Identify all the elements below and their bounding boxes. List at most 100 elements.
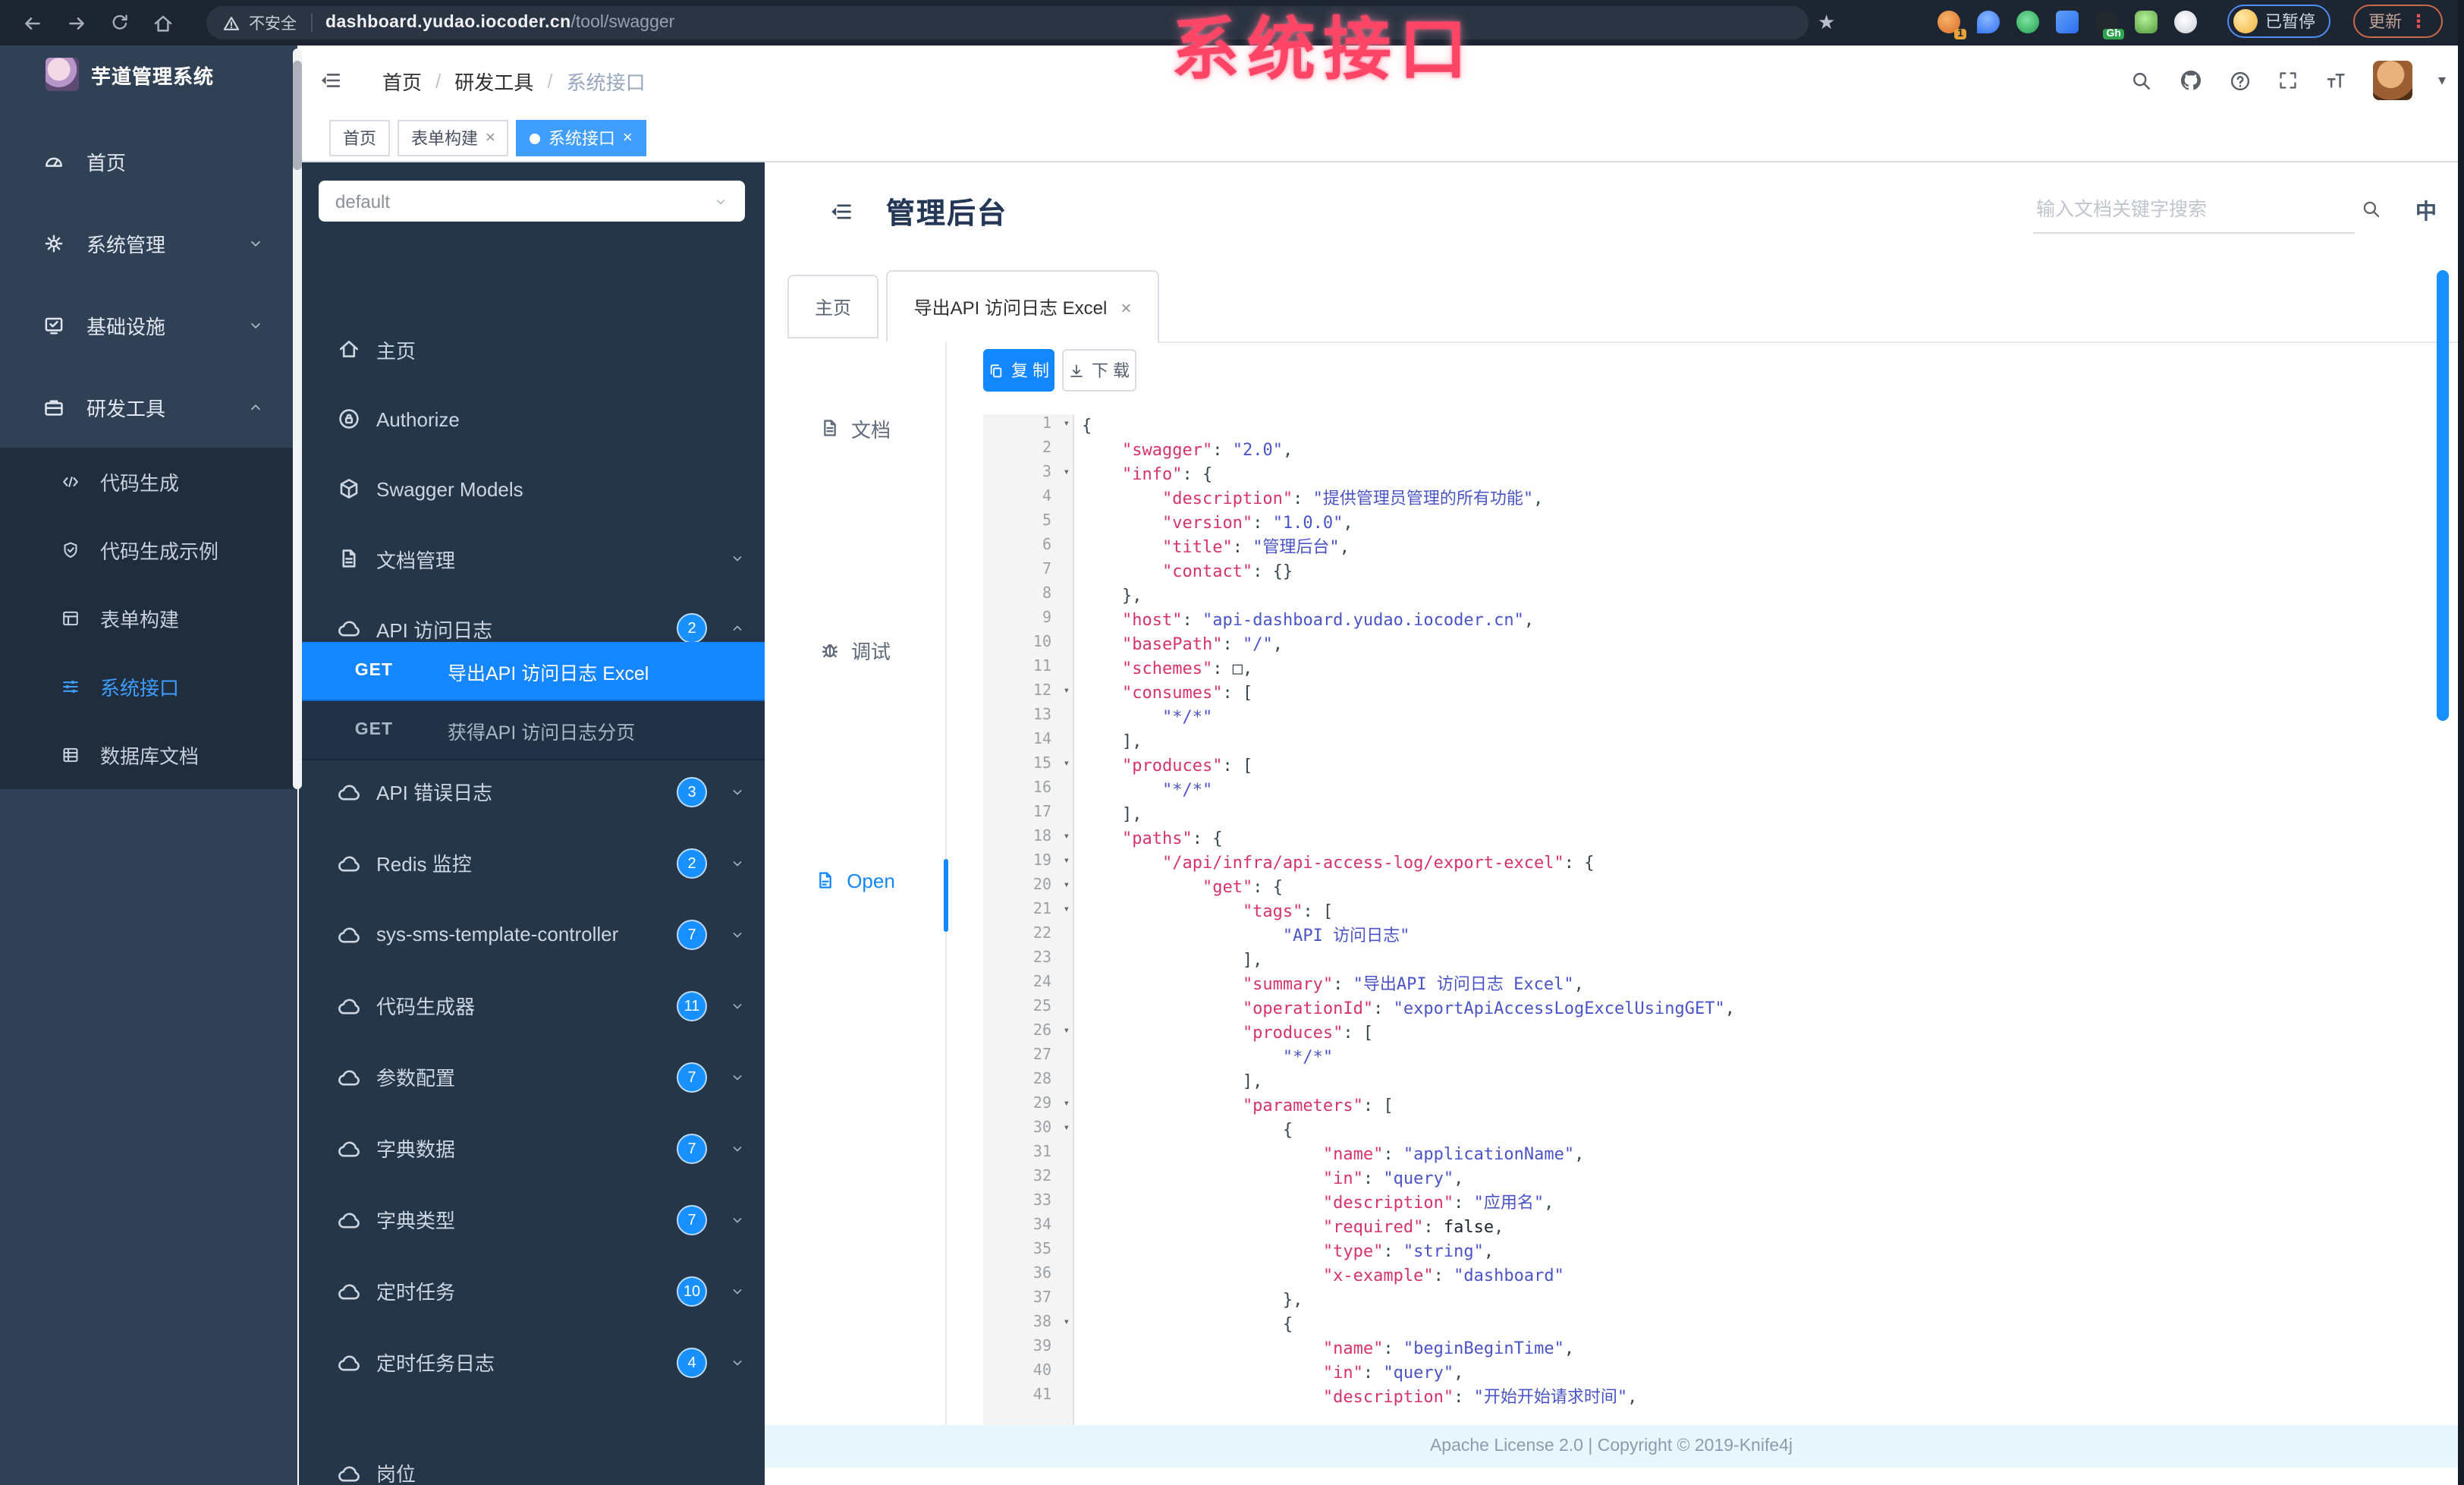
operation-item[interactable]: GET 获得API 访问日志分页 — [299, 701, 765, 760]
font-size-icon[interactable] — [2324, 69, 2347, 92]
download-button[interactable]: 下 载 — [1062, 349, 1136, 392]
sidebar-item-codegen-demo[interactable]: 代码生成示例 — [0, 516, 297, 584]
doc-search-input[interactable] — [2033, 197, 2355, 222]
close-icon[interactable]: × — [486, 129, 495, 147]
controller-item[interactable]: Redis 监控 2 — [299, 827, 765, 898]
line-number[interactable]: 26 ▾ — [983, 1021, 1073, 1046]
doc-tab[interactable]: 主页 — [787, 275, 878, 338]
collapse-sidebar-icon[interactable] — [319, 68, 343, 93]
controller-item[interactable]: 字典类型 7 — [299, 1184, 765, 1255]
help-icon[interactable] — [2229, 69, 2252, 92]
extension-icon[interactable] — [2016, 11, 2039, 33]
content-scrollbar-thumb[interactable] — [2437, 270, 2449, 721]
cloud-icon — [337, 1207, 361, 1232]
sidebar-item-form-builder[interactable]: 表单构建 — [0, 584, 297, 653]
update-label: 更新 — [2368, 14, 2402, 32]
swagger-menu-item[interactable]: 主页 — [299, 314, 765, 384]
close-icon[interactable]: × — [623, 129, 633, 147]
breadcrumb-item[interactable]: 研发工具 — [454, 66, 533, 95]
sidebar-item-db-doc[interactable]: 数据库文档 — [0, 721, 297, 789]
line-number[interactable]: 3 ▾ — [983, 463, 1073, 487]
controller-item[interactable]: 定时任务 10 — [299, 1255, 765, 1326]
scrollbar-thumb[interactable] — [293, 61, 302, 170]
paused-label: 已暂停 — [2265, 14, 2315, 32]
line-number[interactable]: 29 ▾ — [983, 1094, 1073, 1118]
update-pill[interactable]: 更新 ⋮ — [2353, 5, 2443, 38]
controller-item[interactable]: API 错误日志 3 — [299, 756, 765, 827]
chevron-down-icon — [730, 855, 745, 870]
code-line: "swagger": "2.0", — [1122, 440, 1293, 460]
line-number[interactable]: 12 ▾ — [983, 681, 1073, 706]
code-line: "type": "string", — [1322, 1241, 1494, 1261]
line-number: 4 — [1042, 489, 1051, 505]
extension-icon[interactable] — [2174, 11, 2197, 33]
swagger-menu-item[interactable]: Authorize — [299, 384, 765, 454]
back-icon[interactable] — [21, 11, 44, 34]
line-number[interactable]: 21 ▾ — [983, 900, 1073, 924]
sidebar-item-devtools[interactable]: 研发工具 — [0, 366, 297, 448]
code-line: "parameters": [ — [1242, 1096, 1394, 1115]
doc-tab-active[interactable]: 导出API 访问日志 Excel × — [886, 270, 1159, 343]
controller-item[interactable]: sys-sms-template-controller 7 — [299, 898, 765, 970]
doc-search-icon[interactable] — [2361, 199, 2382, 220]
github-icon[interactable] — [2179, 68, 2203, 93]
tab-debug[interactable]: 调试 — [765, 619, 945, 680]
close-icon[interactable]: × — [1120, 297, 1131, 318]
sidebar-item-infra[interactable]: 基础设施 — [0, 284, 297, 366]
api-group-select[interactable]: default — [319, 181, 745, 222]
sidebar-scrollbar[interactable] — [293, 49, 302, 789]
line-number[interactable]: 19 ▾ — [983, 851, 1073, 876]
browser-menu-icon[interactable]: ⋮ — [2409, 11, 2428, 32]
collapse-doc-menu-icon[interactable] — [828, 199, 854, 225]
fullscreen-icon[interactable] — [2277, 70, 2299, 91]
operation-item[interactable]: GET 导出API 访问日志 Excel — [299, 642, 765, 701]
user-avatar[interactable] — [2372, 61, 2412, 100]
line-number[interactable]: 1 ▾ — [983, 414, 1073, 439]
extension-icon[interactable]: 1 — [1938, 11, 1966, 39]
search-icon[interactable] — [2130, 69, 2153, 92]
sidebar-item-codegen[interactable]: 代码生成 — [0, 448, 297, 516]
profile-paused-pill[interactable]: 已暂停 — [2227, 5, 2330, 38]
controller-item[interactable]: 定时任务日志 4 — [299, 1326, 765, 1398]
extension-icon[interactable] — [2056, 11, 2079, 33]
extension-icon[interactable] — [1977, 11, 2000, 33]
bookmark-star-icon[interactable]: ★ — [1818, 11, 1835, 35]
line-number[interactable]: 18 ▾ — [983, 827, 1073, 851]
download-label: 下 载 — [1091, 363, 1130, 381]
controller-item[interactable]: 岗位 — [299, 1437, 765, 1485]
line-number[interactable]: 30 ▾ — [983, 1118, 1073, 1143]
sidebar-item-system[interactable]: 系统管理 — [0, 202, 297, 284]
code-line: "*/*" — [1282, 1047, 1334, 1067]
tag-item[interactable]: 表单构建 × — [398, 120, 509, 156]
reload-icon[interactable] — [109, 12, 130, 33]
insecure-label: 不安全 — [249, 14, 297, 33]
tab-open[interactable]: Open — [765, 850, 945, 911]
address-bar[interactable]: 不安全 dashboard.yudao.iocoder.cn /tool/swa… — [206, 6, 1809, 39]
line-number[interactable]: 38 ▾ — [983, 1313, 1073, 1337]
line-number[interactable]: 15 ▾ — [983, 754, 1073, 779]
controller-item[interactable]: 参数配置 7 — [299, 1041, 765, 1112]
caret-down-icon[interactable]: ▾ — [2438, 72, 2446, 89]
code-editor[interactable]: { "swagger": "2.0", "info": { "descripti… — [1082, 414, 2432, 1425]
swagger-menu-item[interactable]: 文档管理 — [299, 524, 765, 593]
app-logo[interactable]: 芋道管理系统 — [0, 46, 297, 103]
line-number: 36 — [1032, 1266, 1051, 1282]
extension-icon[interactable]: Gh — [2095, 11, 2124, 39]
controller-item[interactable]: 代码生成器 11 — [299, 970, 765, 1041]
copy-button[interactable]: 复 制 — [983, 349, 1054, 392]
home-browser-icon[interactable] — [152, 11, 174, 34]
sidebar-item-system-api[interactable]: 系统接口 — [0, 653, 297, 721]
extension-icon[interactable] — [2135, 11, 2158, 33]
sidebar-item-home[interactable]: 首页 — [0, 120, 297, 202]
swagger-menu-item[interactable]: Swagger Models — [299, 454, 765, 524]
controller-item[interactable]: 字典数据 7 — [299, 1112, 765, 1184]
tag-active[interactable]: 系统接口 × — [516, 120, 646, 156]
tab-document[interactable]: 文档 — [765, 398, 945, 458]
language-toggle[interactable]: 中 — [2415, 196, 2437, 226]
breadcrumb-item[interactable]: 首页 — [382, 66, 422, 95]
tag-item[interactable]: 首页 — [329, 120, 390, 156]
line-number[interactable]: 20 ▾ — [983, 876, 1073, 900]
controller-label: API 错误日志 — [376, 782, 493, 804]
forward-icon[interactable] — [65, 11, 88, 34]
chevron-up-icon — [247, 398, 264, 415]
